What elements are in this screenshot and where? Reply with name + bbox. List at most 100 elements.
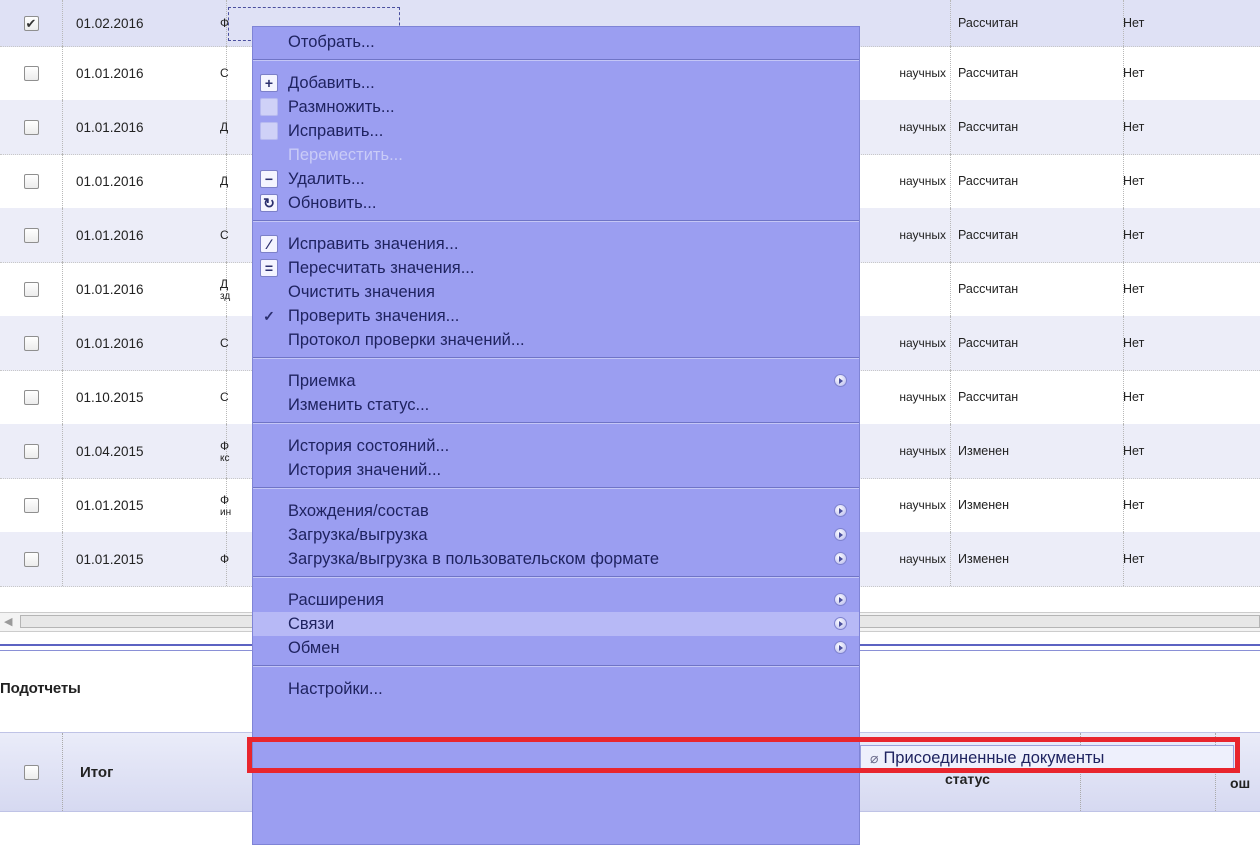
- menu-item-8[interactable]: ↻ Обновить...: [253, 191, 859, 215]
- row-name-text: Д: [220, 276, 229, 291]
- menu-separator: [253, 576, 859, 578]
- row-date: 01.01.2016: [63, 46, 227, 100]
- menu-item-label: Исправить...: [288, 121, 384, 140]
- menu-item-links[interactable]: Связи: [253, 612, 859, 636]
- menu-item-13[interactable]: ✓ Проверить значения...: [253, 304, 859, 328]
- menu-item-7[interactable]: − Удалить...: [253, 167, 859, 191]
- row-name-tail: научных: [860, 532, 951, 586]
- menu-item-26[interactable]: Расширения: [253, 588, 859, 612]
- menu-item-label: Настройки...: [288, 679, 383, 698]
- row-checkbox[interactable]: ✔: [23, 15, 39, 31]
- row-checkbox[interactable]: [23, 335, 39, 351]
- column-header-right-fragment[interactable]: ош: [1230, 775, 1250, 791]
- subpanel-title: Подотчеты: [0, 680, 81, 697]
- menu-item-label: Приемка: [288, 371, 356, 390]
- row-name-tail: [860, 0, 951, 46]
- row-name-tail: [860, 262, 951, 316]
- row-checkbox-cell[interactable]: [0, 478, 63, 532]
- menu-item-label: Протокол проверки значений...: [288, 330, 525, 349]
- row-date: 01.01.2016: [63, 100, 227, 154]
- menu-item-6: Переместить...: [253, 143, 859, 167]
- row-name-text: С: [220, 228, 229, 242]
- row-flag: Нет: [1123, 66, 1145, 80]
- plus-icon: +: [260, 74, 278, 92]
- row-checkbox-cell[interactable]: ✔: [0, 0, 63, 46]
- row-checkbox-cell[interactable]: [0, 46, 63, 100]
- row-checkbox-cell[interactable]: [0, 154, 63, 208]
- row-checkbox-cell[interactable]: [0, 370, 63, 424]
- submenu-arrow-icon: [834, 504, 847, 517]
- row-checkbox[interactable]: [23, 497, 39, 513]
- context-menu: Отобрать... + Добавить... Размножить... Испр…: [252, 26, 860, 845]
- row-checkbox-cell[interactable]: [0, 262, 63, 316]
- row-date: 01.10.2015: [63, 370, 227, 424]
- row-checkbox[interactable]: [23, 281, 39, 297]
- menu-item-1[interactable]: Отобрать...: [253, 30, 859, 54]
- row-checkbox-cell[interactable]: [0, 208, 63, 262]
- column-header-status-fragment[interactable]: статус: [945, 771, 990, 787]
- menu-item-5[interactable]: Исправить...: [253, 119, 859, 143]
- column-header-itog[interactable]: Итог: [80, 733, 113, 811]
- select-all-checkbox-cell[interactable]: [0, 733, 63, 811]
- row-name-text: Д: [220, 174, 229, 188]
- submenu-arrow-icon: [834, 593, 847, 606]
- menu-item-23[interactable]: Загрузка/выгрузка: [253, 523, 859, 547]
- row-checkbox[interactable]: [23, 227, 39, 243]
- row-checkbox[interactable]: [23, 119, 39, 135]
- menu-separator: [253, 487, 859, 489]
- row-checkbox-cell[interactable]: [0, 100, 63, 154]
- menu-item-17[interactable]: Изменить статус...: [253, 393, 859, 417]
- menu-item-22[interactable]: Вхождения/состав: [253, 499, 859, 523]
- pencil-icon: ∕: [260, 235, 278, 253]
- row-checkbox[interactable]: [23, 65, 39, 81]
- row-flag: Нет: [1123, 444, 1145, 458]
- row-checkbox-cell[interactable]: [0, 316, 63, 370]
- menu-separator: [253, 665, 859, 667]
- menu-item-12[interactable]: Очистить значения: [253, 280, 859, 304]
- menu-item-19[interactable]: История состояний...: [253, 434, 859, 458]
- menu-item-label: Изменить статус...: [288, 395, 430, 414]
- menu-item-label: Загрузка/выгрузка в пользовательском фор…: [288, 549, 659, 568]
- menu-separator: [253, 422, 859, 424]
- row-checkbox[interactable]: [23, 389, 39, 405]
- row-name-tail: научных: [860, 100, 951, 154]
- row-checkbox-cell[interactable]: [0, 532, 63, 586]
- row-name-tail: научных: [860, 316, 951, 370]
- menu-item-20[interactable]: История значений...: [253, 458, 859, 482]
- row-checkbox[interactable]: [23, 173, 39, 189]
- row-flag: Нет: [1123, 336, 1145, 350]
- row-flag: Нет: [1123, 16, 1145, 30]
- row-checkbox-cell[interactable]: [0, 424, 63, 478]
- menu-item-label: Пересчитать значения...: [288, 258, 475, 277]
- edit-icon: [260, 122, 278, 140]
- menu-item-label: Вхождения/состав: [288, 501, 429, 520]
- menu-item-11[interactable]: = Пересчитать значения...: [253, 256, 859, 280]
- menu-item-4[interactable]: Размножить...: [253, 95, 859, 119]
- menu-separator: [253, 357, 859, 359]
- row-date: 01.01.2016: [63, 262, 227, 316]
- row-flag: Нет: [1123, 552, 1145, 566]
- row-name-text: С: [220, 336, 229, 350]
- menu-item-10[interactable]: ∕ Исправить значения...: [253, 232, 859, 256]
- menu-item-label: Переместить...: [288, 145, 403, 164]
- menu-item-16[interactable]: Приемка: [253, 369, 859, 393]
- menu-item-14[interactable]: Протокол проверки значений...: [253, 328, 859, 352]
- submenu-arrow-icon: [834, 617, 847, 630]
- row-checkbox[interactable]: [23, 551, 39, 567]
- menu-item-label: Проверить значения...: [288, 306, 460, 325]
- equals-icon: =: [260, 259, 278, 277]
- scroll-left-icon[interactable]: ◀: [4, 615, 12, 628]
- select-all-checkbox[interactable]: [23, 764, 39, 780]
- submenu-arrow-icon: [834, 641, 847, 654]
- menu-item-label: Расширения: [288, 590, 384, 609]
- row-status: Рассчитан: [947, 208, 1124, 262]
- menu-item-28[interactable]: Обмен: [253, 636, 859, 660]
- row-name-text: Ф: [220, 552, 230, 566]
- row-flag: Нет: [1123, 498, 1145, 512]
- menu-item-24[interactable]: Загрузка/выгрузка в пользовательском фор…: [253, 547, 859, 571]
- submenu-arrow-icon: [834, 528, 847, 541]
- menu-item-3[interactable]: + Добавить...: [253, 71, 859, 95]
- row-date: 01.01.2015: [63, 478, 227, 532]
- row-checkbox[interactable]: [23, 443, 39, 459]
- menu-item-30[interactable]: Настройки...: [253, 677, 859, 701]
